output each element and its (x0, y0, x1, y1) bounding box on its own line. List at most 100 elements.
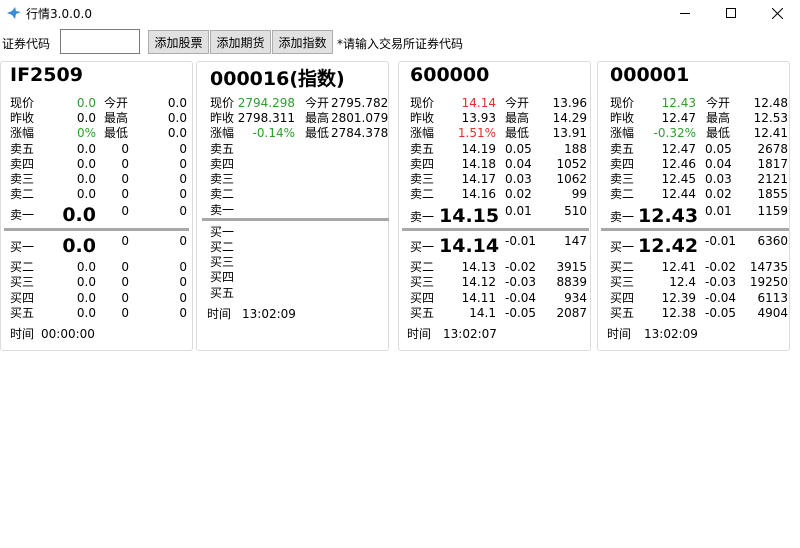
buy3-label: 买三 (10, 275, 35, 289)
buy2-label: 买二 (610, 260, 635, 274)
sell4-label: 卖四 (610, 157, 635, 171)
open-label: 今开 (505, 96, 530, 110)
buy4-label: 买四 (10, 291, 35, 305)
change-label: 涨幅 (210, 126, 235, 140)
maximize-button[interactable] (708, 0, 754, 26)
sell3-label: 卖三 (610, 172, 635, 186)
title-bar: 行情3.0.0.0 (0, 0, 800, 26)
close-button[interactable] (754, 0, 800, 26)
sell3-price: 14.17 (461, 172, 496, 186)
sell2-label: 卖二 (410, 187, 435, 201)
add-index-button[interactable]: 添加指数 (272, 30, 333, 54)
sell4-price: 14.18 (461, 157, 496, 171)
sell2-label: 卖二 (10, 187, 35, 201)
buy5-change: -0.05 (505, 306, 537, 320)
time-value: 13:02:07 (443, 327, 497, 341)
window-title: 行情3.0.0.0 (26, 7, 92, 21)
open-label: 今开 (305, 96, 330, 110)
buy1-volume: 0 (179, 234, 187, 248)
time-value: 13:02:09 (242, 307, 296, 321)
sell2-change: 0 (121, 187, 129, 201)
sell2-change: 0.02 (505, 187, 532, 201)
buy2-price: 14.13 (461, 260, 496, 274)
sell5-price: 14.19 (461, 142, 496, 156)
sell4-change: 0.04 (505, 157, 532, 171)
sell3-label: 卖三 (210, 172, 235, 186)
low-value: 12.41 (753, 126, 788, 140)
change-value: -0.32% (653, 126, 696, 140)
high-label: 最高 (104, 111, 129, 125)
buy4-price: 12.39 (661, 291, 696, 305)
sell4-change: 0.04 (705, 157, 732, 171)
buy5-volume: 0 (179, 306, 187, 320)
buy4-price: 14.11 (461, 291, 496, 305)
buy1-volume: 6360 (757, 234, 788, 248)
low-label: 最低 (104, 126, 129, 140)
sell5-label: 卖五 (210, 142, 235, 156)
high-value: 14.29 (552, 111, 587, 125)
quote-panel-000001: 000001 现价 12.43 今开 12.48 昨收 12.47 最高 12.… (597, 61, 790, 351)
high-value: 12.53 (753, 111, 788, 125)
panel-code: 000016(指数) (210, 68, 345, 90)
prev-close-label: 昨收 (410, 111, 435, 125)
time-value: 00:00:00 (41, 327, 95, 341)
high-label: 最高 (305, 111, 330, 125)
buy5-volume: 2087 (556, 306, 587, 320)
sell3-label: 卖三 (410, 172, 435, 186)
book-divider (202, 218, 389, 221)
buy3-price: 0.0 (76, 275, 96, 289)
price-label: 现价 (10, 96, 35, 110)
buy2-label: 买二 (10, 260, 35, 274)
open-value: 0.0 (167, 96, 187, 110)
minimize-button[interactable] (662, 0, 708, 26)
low-value: 0.0 (167, 126, 187, 140)
buy2-change: -0.02 (705, 260, 737, 274)
prev-close-value: 0.0 (76, 111, 96, 125)
low-value: 13.91 (552, 126, 587, 140)
time-value: 13:02:09 (644, 327, 698, 341)
code-label: 证券代码 (2, 37, 51, 51)
quote-panel-000016: 000016(指数) 现价 2794.298 今开 2795.782 昨收 27… (196, 61, 389, 351)
prev-close-label: 昨收 (210, 111, 235, 125)
change-label: 涨幅 (410, 126, 435, 140)
buy1-change: 0 (121, 234, 129, 248)
buy4-volume: 934 (564, 291, 587, 305)
sell5-price: 0.0 (76, 142, 96, 156)
buy5-price: 14.1 (469, 306, 496, 320)
sell3-change: 0 (121, 172, 129, 186)
buy1-label: 买一 (410, 240, 435, 254)
add-stock-button[interactable]: 添加股票 (148, 30, 209, 54)
sell3-price: 12.45 (661, 172, 696, 186)
change-value: 1.51% (457, 126, 496, 140)
sell4-label: 卖四 (410, 157, 435, 171)
open-label: 今开 (104, 96, 129, 110)
quote-panel-if2509: IF2509 现价 0.0 今开 0.0 昨收 0.0 最高 0.0 涨幅 0%… (0, 61, 193, 351)
sell2-volume: 1855 (757, 187, 788, 201)
prev-close-label: 昨收 (10, 111, 35, 125)
buy3-change: -0.03 (705, 275, 737, 289)
quote-panel-600000: 600000 现价 14.14 今开 13.96 昨收 13.93 最高 14.… (398, 61, 591, 351)
high-value: 0.0 (167, 111, 187, 125)
high-label: 最高 (505, 111, 530, 125)
time-label: 时间 (10, 327, 35, 341)
code-input[interactable] (60, 29, 140, 54)
buy3-volume: 19250 (749, 275, 788, 289)
sell5-change: 0 (121, 142, 129, 156)
buy4-price: 0.0 (76, 291, 96, 305)
buy2-change: -0.02 (505, 260, 537, 274)
time-label: 时间 (207, 307, 232, 321)
buy5-price: 0.0 (76, 306, 96, 320)
panel-code: IF2509 (10, 64, 83, 86)
add-futures-button[interactable]: 添加期货 (210, 30, 271, 54)
prev-close-value: 2798.311 (237, 111, 295, 125)
sell4-label: 卖四 (10, 157, 35, 171)
book-divider (4, 228, 189, 231)
buy4-change: -0.04 (705, 291, 737, 305)
change-label: 涨幅 (610, 126, 635, 140)
low-label: 最低 (505, 126, 530, 140)
sell1-change: 0.01 (705, 204, 732, 218)
minimize-icon (680, 13, 690, 14)
buy2-price: 0.0 (76, 260, 96, 274)
sell4-price: 0.0 (76, 157, 96, 171)
sell1-volume: 510 (564, 204, 587, 218)
